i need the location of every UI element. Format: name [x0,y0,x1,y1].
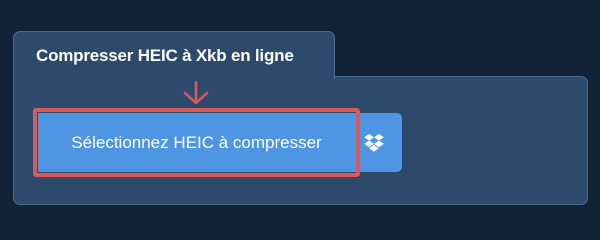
converter-tab: Compresser HEIC à Xkb en ligne [13,31,335,79]
arrow-down-icon [183,80,209,105]
dropbox-icon [363,133,384,152]
tab-title: Compresser HEIC à Xkb en ligne [36,46,294,65]
select-file-button[interactable]: Sélectionnez HEIC à compresser [38,113,355,172]
